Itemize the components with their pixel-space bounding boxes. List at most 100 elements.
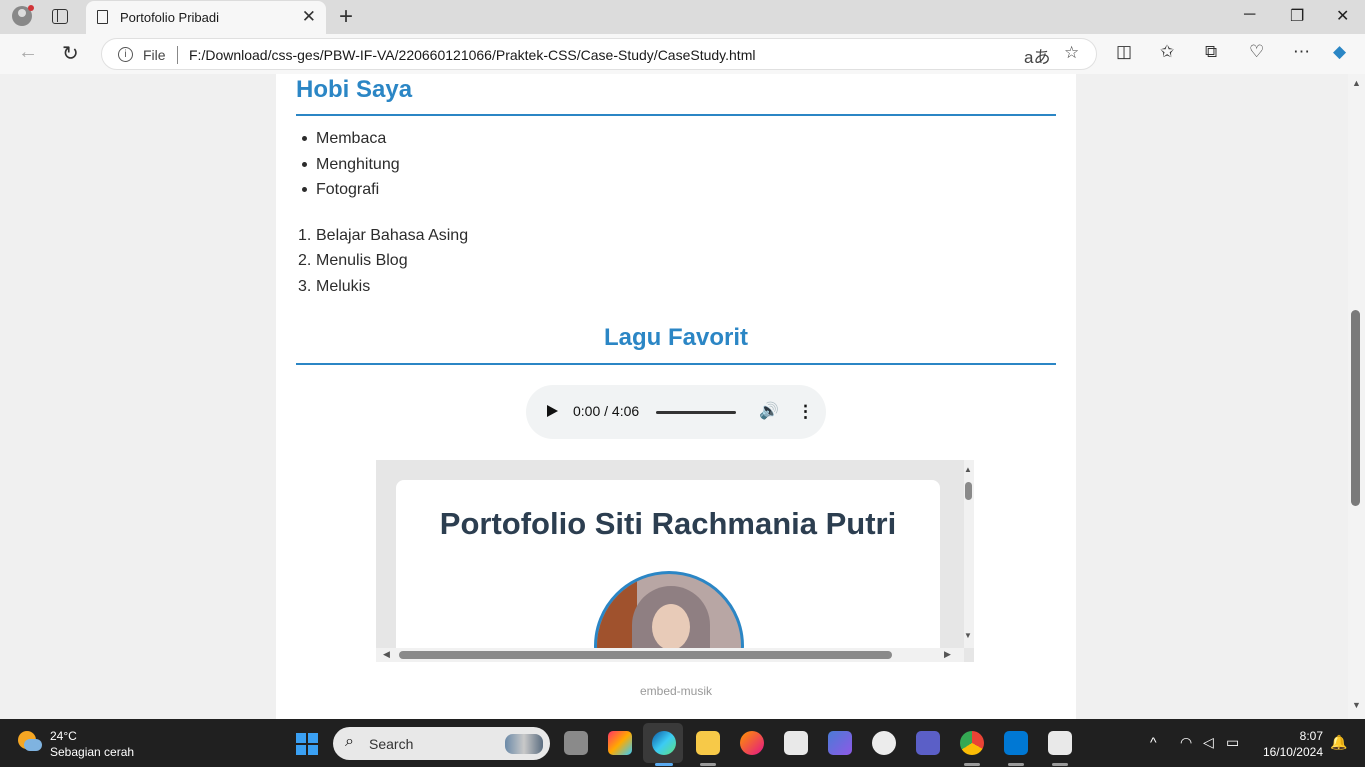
audio-time: 0:00 / 4:06 bbox=[573, 403, 640, 419]
task-view-icon[interactable] bbox=[564, 731, 588, 755]
notepad-icon[interactable] bbox=[784, 731, 808, 755]
file-explorer-icon[interactable] bbox=[696, 731, 720, 755]
search-placeholder: Search bbox=[369, 736, 414, 752]
search-icon: ⌕ bbox=[345, 733, 354, 750]
plus-icon[interactable]: + bbox=[339, 3, 353, 31]
scroll-left-icon[interactable]: ◀ bbox=[383, 649, 390, 660]
vscode-icon[interactable] bbox=[1004, 731, 1028, 755]
speaker-icon[interactable]: ◁ bbox=[1203, 734, 1214, 751]
heading-rule bbox=[296, 114, 1056, 116]
scroll-down-icon[interactable]: ▼ bbox=[964, 631, 972, 640]
tab-portofolio-pribadi[interactable]: Portofolio Pribadi ✕ bbox=[86, 1, 326, 34]
page-scroll-thumb[interactable] bbox=[1351, 310, 1360, 506]
list-number: 3. bbox=[298, 278, 312, 295]
taskbar: 24°C Sebagian cerah ⌕ Search ^ ◠ ◁ ▭ 8:0… bbox=[0, 719, 1365, 767]
clock-date: 16/10/2024 bbox=[1262, 745, 1323, 759]
weather-description[interactable]: Sebagian cerah bbox=[50, 745, 134, 759]
scroll-right-icon[interactable]: ▶ bbox=[944, 649, 951, 660]
info-icon[interactable]: i bbox=[118, 47, 133, 62]
scroll-up-icon[interactable]: ▲ bbox=[1352, 78, 1361, 88]
copilot-app-icon[interactable] bbox=[608, 731, 632, 755]
profile-notification-dot bbox=[28, 5, 34, 11]
teams-icon[interactable] bbox=[916, 731, 940, 755]
page-viewport: Hobi Saya Membaca Menghitung Fotografi 1… bbox=[0, 74, 1348, 719]
read-aloud-icon[interactable]: aあ bbox=[1024, 43, 1050, 68]
taskbar-search[interactable]: ⌕ Search bbox=[333, 727, 550, 760]
embedded-card: Portofolio Siti Rachmania Putri bbox=[396, 480, 940, 662]
firefox-icon[interactable] bbox=[740, 731, 764, 755]
bullet bbox=[302, 162, 307, 167]
active-indicator bbox=[655, 763, 673, 766]
portfolio-page: Hobi Saya Membaca Menghitung Fotografi 1… bbox=[276, 74, 1076, 719]
favorites-icon[interactable]: ✩ bbox=[1160, 42, 1174, 62]
running-indicator bbox=[700, 763, 716, 766]
split-screen-icon[interactable]: ◫ bbox=[1116, 42, 1132, 62]
bullet bbox=[302, 187, 307, 192]
edge-icon[interactable] bbox=[652, 731, 676, 755]
heading-rule bbox=[296, 363, 1056, 365]
bell-icon[interactable]: 🔔 bbox=[1330, 734, 1347, 751]
music-heading: Lagu Favorit bbox=[603, 324, 748, 351]
tab-title: Portofolio Pribadi bbox=[120, 10, 219, 25]
temperature[interactable]: 24°C bbox=[50, 729, 77, 743]
bullet bbox=[302, 136, 307, 141]
browser-titlebar: Portofolio Pribadi ✕ + ─ ❐ ✕ bbox=[0, 0, 1365, 34]
list-number: 2. bbox=[298, 252, 312, 269]
list-item: Menghitung bbox=[316, 156, 400, 173]
weather-icon[interactable] bbox=[18, 731, 42, 753]
scroll-down-icon[interactable]: ▼ bbox=[1352, 700, 1361, 710]
page-icon bbox=[97, 10, 108, 24]
running-indicator bbox=[964, 763, 980, 766]
app-icon[interactable] bbox=[828, 731, 852, 755]
window-close-icon[interactable]: ✕ bbox=[1336, 6, 1349, 26]
list-item: Membaca bbox=[316, 130, 387, 147]
running-indicator bbox=[1008, 763, 1024, 766]
address-bar[interactable]: i File F:/Download/css-ges/PBW-IF-VA/220… bbox=[101, 38, 1097, 70]
list-item: Melukis bbox=[316, 278, 371, 295]
back-icon[interactable]: ← bbox=[18, 41, 38, 64]
list-item: Belajar Bahasa Asing bbox=[316, 227, 469, 244]
chrome-icon[interactable] bbox=[960, 731, 984, 755]
browser-toolbar: ← ↻ i File F:/Download/css-ges/PBW-IF-VA… bbox=[0, 34, 1365, 74]
page-scrollbar[interactable]: ▲ ▼ bbox=[1348, 74, 1365, 719]
refresh-icon[interactable]: ↻ bbox=[62, 41, 79, 66]
scroll-up-icon[interactable]: ▲ bbox=[964, 465, 972, 474]
play-icon[interactable] bbox=[547, 405, 558, 417]
frame-horizontal-scrollbar[interactable]: ◀ ▶ bbox=[376, 648, 964, 662]
list-number: 1. bbox=[298, 227, 312, 244]
frame-horizontal-thumb[interactable] bbox=[399, 651, 892, 659]
copilot-icon[interactable]: ◆ bbox=[1333, 42, 1346, 62]
clock[interactable]: 8:07 16/10/2024 bbox=[1263, 728, 1323, 760]
wifi-icon[interactable]: ◠ bbox=[1180, 734, 1192, 751]
search-highlight-image bbox=[505, 734, 543, 754]
embed-caption: embed-musik bbox=[639, 684, 713, 698]
browser-essentials-icon[interactable]: ♡ bbox=[1249, 42, 1264, 62]
battery-icon[interactable]: ▭ bbox=[1226, 734, 1239, 751]
clock-app-icon[interactable] bbox=[872, 731, 896, 755]
audio-progress-track[interactable] bbox=[656, 411, 736, 414]
list-item: Fotografi bbox=[316, 181, 380, 198]
minimize-icon[interactable]: ─ bbox=[1244, 6, 1255, 24]
frame-vertical-thumb[interactable] bbox=[965, 482, 972, 500]
embedded-frame[interactable]: Portofolio Siti Rachmania Putri ▲ ▼ ◀ ▶ bbox=[376, 460, 974, 662]
more-icon[interactable]: ⋯ bbox=[1293, 42, 1310, 62]
chevron-up-icon[interactable]: ^ bbox=[1150, 734, 1157, 750]
list-item: Menulis Blog bbox=[316, 252, 408, 269]
start-icon[interactable] bbox=[296, 733, 318, 755]
embedded-title: Portofolio Siti Rachmania Putri bbox=[439, 506, 897, 541]
audio-player[interactable]: 0:00 / 4:06 🔊 ⋮ bbox=[526, 385, 826, 439]
url-text[interactable]: F:/Download/css-ges/PBW-IF-VA/2206601210… bbox=[189, 47, 755, 63]
hobby-heading: Hobi Saya bbox=[296, 76, 413, 103]
frame-vertical-scrollbar[interactable]: ▲ ▼ bbox=[964, 460, 974, 648]
collections-icon[interactable]: ⧉ bbox=[1205, 42, 1217, 62]
running-indicator bbox=[1052, 763, 1068, 766]
volume-icon[interactable]: 🔊 bbox=[759, 401, 779, 421]
divider bbox=[177, 46, 178, 64]
star-icon[interactable]: ☆ bbox=[1064, 43, 1079, 63]
restore-icon[interactable]: ❐ bbox=[1290, 6, 1304, 26]
audio-more-icon[interactable]: ⋮ bbox=[797, 402, 814, 422]
file-label: File bbox=[143, 47, 166, 63]
tabs-icon[interactable] bbox=[52, 9, 68, 24]
close-icon[interactable]: ✕ bbox=[302, 7, 316, 27]
snipping-tool-icon[interactable] bbox=[1048, 731, 1072, 755]
